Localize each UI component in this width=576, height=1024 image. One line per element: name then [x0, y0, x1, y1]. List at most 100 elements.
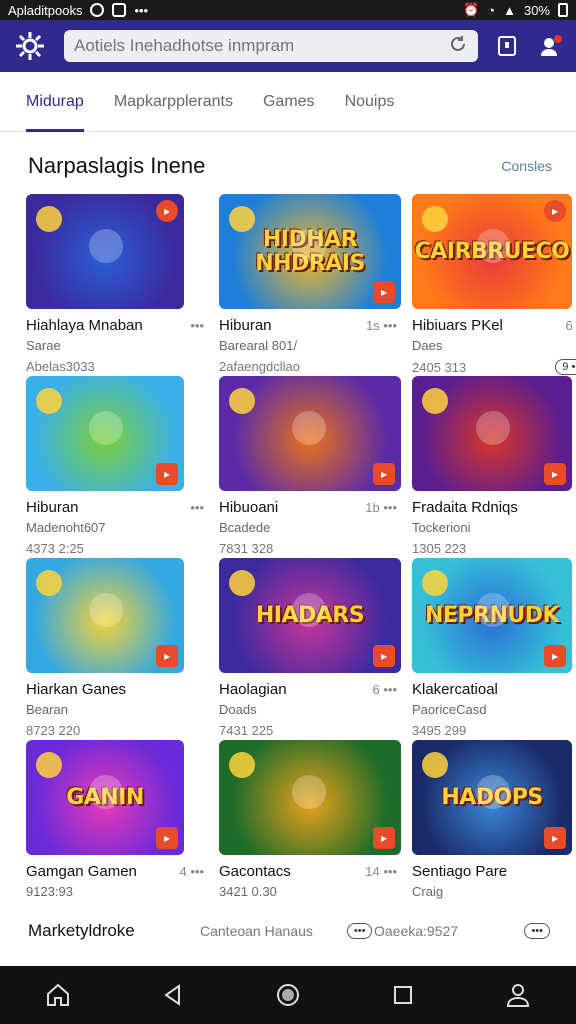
app-thumbnail[interactable]: CAIRBRUECO ▸ — [412, 194, 572, 309]
decoration-shape — [229, 570, 255, 596]
decoration-shape — [36, 388, 62, 414]
search-input[interactable] — [74, 36, 374, 56]
decoration-shape — [89, 774, 124, 809]
more-options-icon[interactable]: 6 ••• — [373, 682, 398, 697]
card-title: Hiburan — [219, 317, 272, 334]
card-title: Gacontacs — [219, 863, 291, 880]
play-badge-icon: ▸ — [544, 645, 566, 667]
decoration-shape — [476, 410, 510, 445]
decoration-shape — [291, 774, 326, 809]
more-options-icon[interactable]: 6 ••• — [566, 318, 576, 333]
recents-icon[interactable] — [383, 975, 423, 1015]
profile-icon[interactable] — [498, 975, 538, 1015]
app-grid: ▸ Hiahlaya Mnaban ••• Sarae Abelas3033 HIDHAR… — [0, 194, 576, 910]
wifi-icon: ◔ — [487, 2, 496, 18]
more-options-icon[interactable]: ••• — [190, 318, 204, 333]
tab-midurap[interactable]: Midurap — [26, 72, 84, 132]
card-title: Sentiago Pare — [412, 863, 508, 880]
tab-nouips[interactable]: Nouips — [345, 72, 395, 132]
footer-right-pill[interactable]: ••• — [524, 923, 550, 939]
app-thumbnail[interactable]: ▸ — [219, 740, 401, 855]
decoration-shape — [422, 570, 448, 596]
app-thumbnail[interactable]: ▸ — [26, 194, 184, 309]
card-stats-row: 2afaengdcllao — [219, 359, 405, 374]
app-card[interactable]: ▸ Hiburan ••• Madenoht607 4373 2:25 — [26, 376, 212, 556]
card-subtitle: 9123:93 — [26, 884, 73, 899]
refresh-icon[interactable] — [448, 34, 468, 59]
section-link[interactable]: Consles — [501, 158, 552, 174]
gear-icon[interactable] — [10, 26, 50, 66]
footer-mid-label[interactable]: Canteoan Hanaus — [200, 923, 313, 939]
back-icon[interactable] — [153, 975, 193, 1015]
app-thumbnail[interactable]: HADOPS ▸ — [412, 740, 572, 855]
decoration-shape — [89, 592, 124, 627]
more-options-icon[interactable]: 4 ••• — [180, 864, 205, 879]
decoration-shape — [476, 592, 510, 627]
app-thumbnail[interactable]: ▸ — [219, 376, 401, 491]
card-title-row: Hiburan ••• — [26, 499, 212, 516]
app-card[interactable]: HIDHAR NHDRAIS ▸ Hiburan 1s ••• Barearal 801… — [219, 194, 405, 374]
card-title: Hibiuars PKel — [412, 317, 503, 334]
decoration-shape — [89, 410, 124, 445]
play-badge-icon: ▸ — [156, 200, 178, 222]
app-card[interactable]: ▸ Hiarkan Ganes Bearan 8723 220 — [26, 558, 212, 738]
play-badge-icon: ▸ — [156, 827, 178, 849]
app-thumbnail[interactable]: ▸ — [26, 558, 184, 673]
dots-icon: ••• — [134, 2, 149, 18]
card-title-row: Haolagian 6 ••• — [219, 681, 405, 698]
search-bar[interactable] — [64, 30, 478, 62]
more-options-icon[interactable]: 1b ••• — [365, 500, 397, 515]
app-card[interactable]: ▸ Fradaita Rdniqs••• Tockerioni 1305 223 — [412, 376, 576, 556]
play-badge-icon: ▸ — [373, 827, 395, 849]
decoration-shape — [291, 228, 326, 263]
app-card[interactable]: NEPRNUDK ▸ Klakercatioal PaoriceCasd 3495 29… — [412, 558, 576, 738]
app-card[interactable]: HADOPS▸ Sentiago Pare••• Craig — [412, 740, 576, 910]
tab-mapkarpplerants[interactable]: Mapkarpplerants — [114, 72, 233, 132]
card-stats: Abelas3033 — [26, 359, 95, 374]
footer-mid-pill[interactable]: ••• — [346, 923, 373, 939]
card-title-row: Hibuoani 1b ••• — [219, 499, 405, 516]
app-card[interactable]: HIADARS ▸ Haolagian 6 ••• Doads 7431 225 — [219, 558, 405, 738]
decoration-shape — [229, 388, 255, 414]
card-subtitle: Sarae — [26, 338, 61, 353]
user-notification-icon[interactable] — [536, 26, 566, 66]
app-thumbnail[interactable]: ▸ — [26, 376, 184, 491]
card-subtitle: Tockerioni — [412, 520, 471, 535]
card-subtitle: Bearan — [26, 702, 68, 717]
decoration-shape — [36, 570, 62, 596]
play-badge-icon: ▸ — [156, 463, 178, 485]
home-icon[interactable] — [38, 975, 78, 1015]
more-options-icon[interactable]: 1s ••• — [366, 318, 397, 333]
app-card[interactable]: ▸ Hiahlaya Mnaban ••• Sarae Abelas3033 — [26, 194, 212, 374]
card-pill[interactable]: 9 ••• — [555, 359, 576, 375]
app-thumbnail[interactable]: ▸ — [412, 376, 572, 491]
app-thumbnail[interactable]: HIDHAR NHDRAIS ▸ — [219, 194, 401, 309]
app-card[interactable]: ▸ Hibuoani 1b ••• Bcadede 7831 328 — [219, 376, 405, 556]
app-card[interactable]: ▸ Gacontacs 14 ••• 3421 0.30 — [219, 740, 405, 910]
footer-right-label[interactable]: Oaeeka:9527 — [374, 923, 458, 939]
card-title: Gamgan Gamen — [26, 863, 137, 880]
card-stats-row: 1305 223 — [412, 541, 576, 556]
card-stats-row: 7831 328 — [219, 541, 405, 556]
section-title: Narpaslagis Inene — [28, 153, 206, 178]
card-stats: 3495 299 — [412, 723, 467, 738]
card-stats-row: 8723 220 — [26, 723, 212, 738]
decoration-shape — [422, 206, 448, 232]
app-thumbnail[interactable]: HIADARS ▸ — [219, 558, 401, 673]
card-stats: 8723 220 — [26, 723, 81, 738]
decoration-shape — [291, 592, 326, 627]
app-card[interactable]: CAIRBRUECO▸ Hibiuars PKel 6 ••• Daes 2405 31… — [412, 194, 576, 375]
app-thumbnail[interactable]: NEPRNUDK ▸ — [412, 558, 572, 673]
tab-games[interactable]: Games — [263, 72, 315, 132]
card-title-row: Fradaita Rdniqs••• — [412, 499, 576, 516]
decoration-shape — [476, 774, 510, 809]
card-stats: 7831 328 — [219, 541, 274, 556]
more-options-icon[interactable]: ••• — [190, 500, 204, 515]
circle-home-icon[interactable] — [268, 975, 308, 1015]
card-title-row: Hiburan 1s ••• — [219, 317, 405, 334]
app-thumbnail[interactable]: GANIN ▸ — [26, 740, 184, 855]
app-card[interactable]: GANIN ▸ Gamgan Gamen 4 ••• 9123:93 — [26, 740, 212, 910]
more-options-icon[interactable]: 14 ••• — [365, 864, 397, 879]
bookmark-icon[interactable] — [492, 26, 522, 66]
footer-right: Oaeeka:9527 ••• — [374, 923, 554, 939]
